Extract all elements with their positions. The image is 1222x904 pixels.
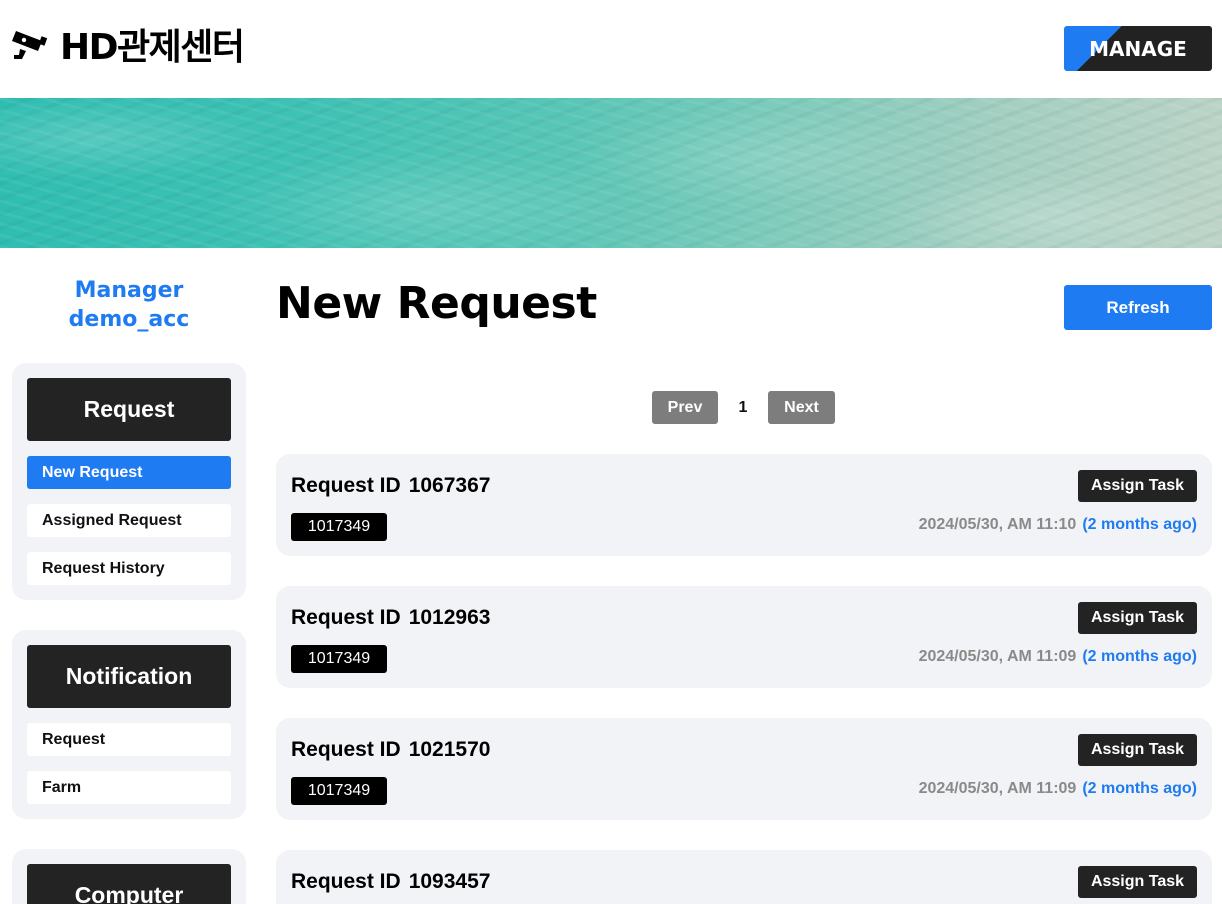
assign-task-button[interactable]: Assign Task	[1078, 866, 1197, 898]
request-timestamp: 2024/05/30, AM 11:10 (2 months ago)	[919, 516, 1197, 534]
request-id-value: 1067367	[408, 474, 491, 497]
prev-page-button[interactable]: Prev	[652, 391, 718, 424]
request-id-label: Request ID	[291, 606, 401, 629]
request-id-value: 1012963	[408, 606, 491, 629]
assign-task-button[interactable]: Assign Task	[1078, 734, 1197, 766]
page-title: New Request	[276, 278, 597, 329]
request-id-value: 1021570	[408, 738, 491, 761]
request-id: Request ID 1093457	[291, 870, 490, 894]
request-tag: 1017349	[291, 645, 387, 673]
assign-task-button[interactable]: Assign Task	[1078, 602, 1197, 634]
sidebar-item-notification-request[interactable]: Request	[27, 723, 231, 756]
banner-texture	[0, 98, 1222, 248]
user-role: Manager	[74, 278, 184, 303]
assign-task-button[interactable]: Assign Task	[1078, 470, 1197, 502]
request-card: Request ID 1093457 Assign Task	[276, 850, 1212, 904]
sidebar-group-request: Request New Request Assigned Request Req…	[12, 363, 246, 600]
next-page-button[interactable]: Next	[768, 391, 835, 424]
request-date: 2024/05/30, AM 11:09	[918, 648, 1077, 665]
sidebar-item-new-request[interactable]: New Request	[27, 456, 231, 489]
pagination: Prev 1 Next	[652, 391, 835, 424]
sidebar-group-notification: Notification Request Farm	[12, 630, 246, 819]
request-tag: 1017349	[291, 777, 387, 805]
request-id-label: Request ID	[291, 870, 401, 893]
sidebar-group-title: Notification	[27, 645, 231, 708]
sidebar-group-title: Request	[27, 378, 231, 441]
request-relative-time: (2 months ago)	[1082, 648, 1197, 665]
request-tag: 1017349	[291, 513, 387, 541]
request-relative-time: (2 months ago)	[1082, 516, 1197, 533]
logo-text: HD관제센터	[60, 27, 245, 68]
request-id: Request ID 1021570	[291, 738, 490, 762]
sidebar-item-assigned-request[interactable]: Assigned Request	[27, 504, 231, 537]
request-id: Request ID 1012963	[291, 606, 490, 630]
user-account: demo_acc	[68, 307, 190, 332]
sidebar-group-title: Computer	[27, 864, 231, 904]
refresh-button[interactable]: Refresh	[1064, 285, 1212, 330]
request-timestamp: 2024/05/30, AM 11:09 (2 months ago)	[919, 780, 1197, 798]
request-id-label: Request ID	[291, 738, 401, 761]
user-info: Manager demo_acc	[12, 276, 246, 334]
request-card: Request ID 1021570 Assign Task 1017349 20…	[276, 718, 1212, 820]
app-header: HD관제센터 MANAGE	[0, 0, 1222, 98]
sidebar-item-notification-farm[interactable]: Farm	[27, 771, 231, 804]
cctv-camera-icon	[12, 31, 48, 59]
manage-button[interactable]: MANAGE	[1064, 26, 1212, 71]
request-card: Request ID 1067367 Assign Task 1017349 20…	[276, 454, 1212, 556]
logo[interactable]: HD관제센터	[10, 22, 245, 68]
request-id-label: Request ID	[291, 474, 401, 497]
page-number[interactable]: 1	[718, 399, 768, 417]
hero-banner	[0, 98, 1222, 248]
request-id: Request ID 1067367	[291, 474, 490, 498]
request-relative-time: (2 months ago)	[1082, 780, 1197, 797]
request-timestamp: 2024/05/30, AM 11:09 (2 months ago)	[919, 648, 1197, 666]
request-date: 2024/05/30, AM 11:10	[918, 516, 1077, 533]
request-card: Request ID 1012963 Assign Task 1017349 20…	[276, 586, 1212, 688]
request-date: 2024/05/30, AM 11:09	[918, 780, 1077, 797]
request-id-value: 1093457	[408, 870, 491, 893]
sidebar-group-computer: Computer	[12, 849, 246, 904]
sidebar-item-request-history[interactable]: Request History	[27, 552, 231, 585]
